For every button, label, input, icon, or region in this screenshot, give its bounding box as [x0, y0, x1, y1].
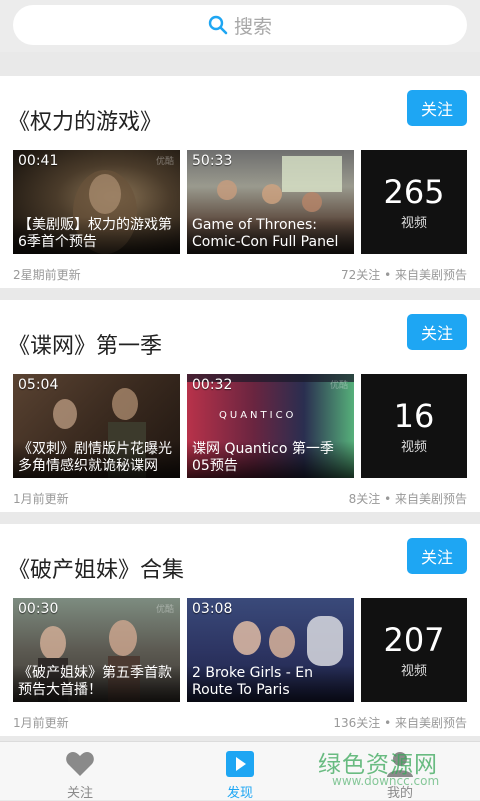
video-thumbnail[interactable]: 03:08 2 Broke Girls - En Route To Paris: [187, 598, 354, 702]
search-bar: 搜索: [0, 0, 480, 52]
nav-label: 发现: [226, 786, 253, 801]
video-duration: 05:04: [18, 377, 59, 393]
nav-label: 关注: [66, 786, 93, 801]
video-watermark: 优酷: [155, 605, 174, 615]
heart-icon: [66, 752, 94, 776]
video-count: 16: [393, 396, 435, 435]
series-card[interactable]: 《权力的游戏》 关注 00:41 优酷 【美剧贩】权力的游戏第6季首个预告 50…: [0, 76, 480, 288]
series-card[interactable]: 《谍网》第一季 关注 05:04 《双刺》剧情版片花曝光多角情感织就诡秘谍网 Q…: [0, 300, 480, 512]
video-count-label: 视频: [400, 215, 427, 231]
more-videos-tile[interactable]: 16 视频: [361, 374, 467, 478]
video-count-label: 视频: [400, 663, 427, 679]
video-count: 265: [383, 172, 445, 211]
follow-stats: 136关注 • 来自美剧预告: [333, 716, 467, 730]
update-time: 2星期前更新: [13, 268, 81, 282]
series-card[interactable]: 《破产姐妹》合集 关注 00:30 优酷 《破产姐妹》第五季首款预告大首播！ 0…: [0, 524, 480, 736]
video-thumbnail[interactable]: 00:30 优酷 《破产姐妹》第五季首款预告大首播！: [13, 598, 180, 702]
video-caption: 【美剧贩】权力的游戏第6季首个预告: [13, 217, 180, 254]
video-count-label: 视频: [400, 439, 427, 455]
follow-stats: 72关注 • 来自美剧预告: [341, 268, 467, 282]
video-thumbnail[interactable]: 00:41 优酷 【美剧贩】权力的游戏第6季首个预告: [13, 150, 180, 254]
more-videos-tile[interactable]: 207 视频: [361, 598, 467, 702]
search-icon: [208, 15, 228, 35]
video-caption: 谍网 Quantico 第一季05预告: [187, 441, 354, 478]
video-caption: 2 Broke Girls - En Route To Paris: [187, 665, 354, 702]
svg-text:QUANTICO: QUANTICO: [219, 410, 296, 421]
follow-button[interactable]: 关注: [407, 90, 467, 126]
video-count: 207: [383, 620, 445, 659]
video-watermark: 优酷: [329, 381, 348, 391]
series-title[interactable]: 《谍网》第一季: [8, 328, 162, 360]
video-watermark: 优酷: [155, 157, 174, 167]
video-duration: 00:41: [18, 153, 59, 169]
site-watermark: 绿色资源网 www.downcc.com: [318, 745, 478, 800]
series-title[interactable]: 《破产姐妹》合集: [8, 552, 184, 584]
video-duration: 00:30: [18, 601, 59, 617]
video-duration: 50:33: [192, 153, 233, 169]
more-videos-tile[interactable]: 265 视频: [361, 150, 467, 254]
follow-stats: 8关注 • 来自美剧预告: [348, 492, 467, 506]
play-icon: [226, 751, 254, 777]
search-input[interactable]: 搜索: [13, 5, 467, 45]
search-placeholder: 搜索: [233, 15, 272, 38]
video-thumbnail[interactable]: 50:33 Game of Thrones: Comic-Con Full Pa…: [187, 150, 354, 254]
video-duration: 03:08: [192, 601, 233, 617]
nav-tab-follow[interactable]: 关注: [0, 742, 160, 801]
video-caption: Game of Thrones: Comic-Con Full Panel: [187, 217, 354, 254]
video-caption: 《双刺》剧情版片花曝光多角情感织就诡秘谍网: [13, 441, 180, 478]
follow-button[interactable]: 关注: [407, 314, 467, 350]
series-title[interactable]: 《权力的游戏》: [8, 104, 162, 136]
video-thumbnail[interactable]: QUANTICO 00:32 优酷 谍网 Quantico 第一季05预告: [187, 374, 354, 478]
video-duration: 00:32: [192, 377, 233, 393]
video-thumbnail[interactable]: 05:04 《双刺》剧情版片花曝光多角情感织就诡秘谍网: [13, 374, 180, 478]
nav-tab-discover[interactable]: 发现: [160, 742, 320, 801]
update-time: 1月前更新: [13, 716, 69, 730]
update-time: 1月前更新: [13, 492, 69, 506]
video-caption: 《破产姐妹》第五季首款预告大首播！: [13, 665, 180, 702]
follow-button[interactable]: 关注: [407, 538, 467, 574]
watermark-url: www.downcc.com: [332, 774, 440, 788]
